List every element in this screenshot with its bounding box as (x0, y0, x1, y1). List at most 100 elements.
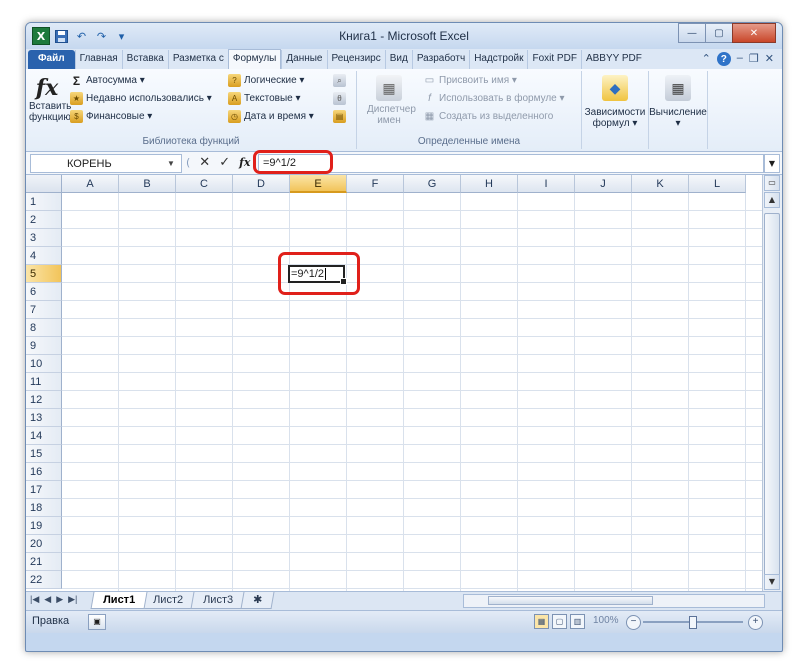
prev-sheet-icon[interactable]: ◀ (44, 594, 51, 605)
column-header-a[interactable]: A (62, 175, 119, 193)
financial-button[interactable]: $ Финансовые ▾ (70, 110, 152, 123)
column-header-d[interactable]: D (233, 175, 290, 193)
sheet-tab-3[interactable]: Лист3 (190, 592, 246, 609)
tab-addins[interactable]: Надстройк (469, 50, 527, 69)
tab-insert[interactable]: Вставка (121, 50, 168, 69)
row-header-22[interactable]: 22 (26, 571, 62, 589)
next-sheet-icon[interactable]: ▶ (56, 594, 63, 605)
name-manager-button[interactable]: ▦ Диспетчер имен (367, 75, 416, 126)
row-header-20[interactable]: 20 (26, 535, 62, 553)
scroll-up-button[interactable]: ▲ (764, 192, 780, 208)
scroll-down-button[interactable]: ▼ (764, 574, 780, 590)
row-header-4[interactable]: 4 (26, 247, 62, 265)
row-header-11[interactable]: 11 (26, 373, 62, 391)
first-sheet-icon[interactable]: |◀ (30, 594, 39, 605)
zoom-in-button[interactable]: + (748, 615, 763, 630)
more-functions-button[interactable]: ▤ (333, 110, 346, 123)
close-button[interactable]: ✕ (732, 23, 776, 43)
row-header-13[interactable]: 13 (26, 409, 62, 427)
calculation-button[interactable]: ▦ Вычисление ▾ (649, 75, 707, 129)
row-header-7[interactable]: 7 (26, 301, 62, 319)
zoom-out-button[interactable]: − (626, 615, 641, 630)
column-header-h[interactable]: H (461, 175, 518, 193)
select-all-corner[interactable] (26, 175, 62, 193)
create-from-selection-button[interactable]: ▦ Создать из выделенного (423, 110, 554, 123)
row-header-1[interactable]: 1 (26, 193, 62, 211)
row-header-15[interactable]: 15 (26, 445, 62, 463)
row-header-19[interactable]: 19 (26, 517, 62, 535)
tab-file[interactable]: Файл (28, 50, 75, 69)
record-macro-icon[interactable]: ▣ (88, 614, 106, 630)
formula-input[interactable]: =9^1/2 (258, 154, 764, 173)
column-header-g[interactable]: G (404, 175, 461, 193)
doc-minimize-icon[interactable]: – (737, 52, 743, 66)
use-in-formula-button[interactable]: f Использовать в формуле ▾ (423, 92, 564, 105)
vertical-scrollbar[interactable]: ▭ ▲ ▼ (762, 175, 782, 591)
column-header-c[interactable]: C (176, 175, 233, 193)
insert-function-button[interactable]: fx Вставить функцию (29, 75, 71, 123)
column-header-j[interactable]: J (575, 175, 632, 193)
cell-grid[interactable] (62, 193, 762, 591)
row-header-14[interactable]: 14 (26, 427, 62, 445)
row-header-5[interactable]: 5 (26, 265, 62, 283)
sheet-tab-2[interactable]: Лист2 (140, 592, 196, 609)
row-header-9[interactable]: 9 (26, 337, 62, 355)
define-name-button[interactable]: ▭ Присвоить имя ▾ (423, 74, 517, 87)
page-layout-view-icon[interactable]: ▢ (552, 614, 567, 629)
maximize-button[interactable]: ▢ (705, 23, 733, 43)
column-header-i[interactable]: I (518, 175, 575, 193)
cancel-entry-button[interactable]: ✕ (199, 155, 210, 170)
math-button[interactable]: θ (333, 92, 346, 105)
column-header-e[interactable]: E (290, 175, 347, 193)
normal-view-icon[interactable]: ▦ (534, 614, 549, 629)
enter-entry-button[interactable]: ✓ (219, 155, 230, 170)
column-header-l[interactable]: L (689, 175, 746, 193)
name-box[interactable]: КОРЕНЬ ▼ (30, 154, 182, 173)
page-break-view-icon[interactable]: ▥ (570, 614, 585, 629)
expand-formula-bar-icon[interactable]: ▼ (764, 154, 780, 173)
zoom-level[interactable]: 100% (593, 615, 619, 626)
row-header-2[interactable]: 2 (26, 211, 62, 229)
tab-formulas[interactable]: Формулы (227, 49, 282, 69)
tab-foxit-pdf[interactable]: Foxit PDF (527, 50, 580, 69)
recently-used-button[interactable]: ★ Недавно использовались ▾ (70, 92, 212, 105)
sheet-tab-1[interactable]: Лист1 (90, 592, 148, 609)
column-header-k[interactable]: K (632, 175, 689, 193)
tab-view[interactable]: Вид (384, 50, 412, 69)
vertical-scroll-thumb[interactable] (764, 213, 780, 583)
minimize-button[interactable]: — (678, 23, 706, 43)
row-header-17[interactable]: 17 (26, 481, 62, 499)
last-sheet-icon[interactable]: ▶| (68, 594, 77, 605)
horizontal-scrollbar[interactable] (463, 594, 765, 608)
zoom-slider[interactable] (643, 616, 743, 629)
row-header-16[interactable]: 16 (26, 463, 62, 481)
datetime-button[interactable]: ◷ Дата и время ▾ (228, 110, 314, 123)
horizontal-scroll-thumb[interactable] (488, 596, 653, 605)
split-box-icon[interactable]: ▭ (764, 175, 780, 191)
row-header-8[interactable]: 8 (26, 319, 62, 337)
row-header-3[interactable]: 3 (26, 229, 62, 247)
doc-close-icon[interactable]: ✕ (765, 52, 774, 66)
row-header-21[interactable]: 21 (26, 553, 62, 571)
worksheet[interactable]: ABCDEFGHIJKL 1 2 3 4 5 6 7 8 9 10 11 12 13 14 15 16 17 18… (26, 175, 762, 591)
column-header-f[interactable]: F (347, 175, 404, 193)
row-header-6[interactable]: 6 (26, 283, 62, 301)
tab-developer[interactable]: Разработч (411, 50, 469, 69)
name-box-dropdown-icon[interactable]: ▼ (167, 159, 181, 168)
tab-abbyy-pdf[interactable]: ABBYY PDF (580, 50, 646, 69)
row-header-10[interactable]: 10 (26, 355, 62, 373)
formula-dependencies-button[interactable]: ◆ Зависимости формул ▾ (582, 75, 648, 129)
tab-home[interactable]: Главная (74, 50, 122, 69)
doc-restore-icon[interactable]: ❐ (749, 52, 759, 66)
row-header-18[interactable]: 18 (26, 499, 62, 517)
insert-sheet-tab[interactable]: ✱ (240, 592, 275, 609)
tab-data[interactable]: Данные (281, 50, 326, 69)
lookup-button[interactable]: ⌕ (333, 74, 346, 87)
tab-page-layout[interactable]: Разметка с (167, 50, 228, 69)
row-header-12[interactable]: 12 (26, 391, 62, 409)
insert-function-icon-small[interactable]: fx (239, 156, 250, 169)
column-header-b[interactable]: B (119, 175, 176, 193)
ribbon-minimize-icon[interactable]: ⌃ (702, 52, 711, 66)
autosum-button[interactable]: Σ Автосумма ▾ (70, 74, 145, 88)
help-icon[interactable]: ? (716, 52, 731, 66)
